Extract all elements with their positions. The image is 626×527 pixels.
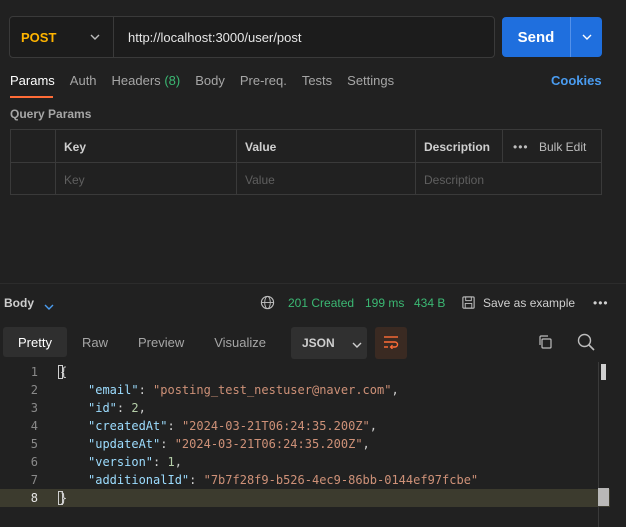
url-bar: POST http://localhost:3000/user/post: [9, 16, 495, 58]
tab-tests[interactable]: Tests: [302, 73, 332, 88]
line-number: 8: [30, 491, 38, 505]
chevron-down-icon[interactable]: [571, 34, 602, 40]
wrap-lines-button[interactable]: [375, 327, 407, 359]
headers-count: (8): [164, 73, 181, 88]
query-params-table: Key Value Description ••• Bulk Edit Key …: [10, 129, 602, 195]
response-size[interactable]: 434 B: [414, 296, 445, 310]
code-text: }: [60, 491, 68, 505]
save-icon[interactable]: [461, 295, 476, 313]
response-view-tabs: Pretty Raw Preview Visualize: [3, 327, 281, 357]
column-divider: [415, 130, 416, 194]
format-label: JSON: [302, 336, 335, 350]
scrollbar-thumb[interactable]: [601, 364, 606, 380]
additional-id-value: "7b7f28f9-b526-4ec9-86bb-0144ef97fcbe": [203, 473, 479, 487]
chevron-down-icon[interactable]: [44, 298, 54, 313]
code-text: {: [60, 365, 68, 379]
key-input[interactable]: Key: [64, 163, 85, 196]
key-header: Key: [64, 139, 87, 154]
method-select[interactable]: POST: [10, 17, 114, 57]
url-input[interactable]: http://localhost:3000/user/post: [114, 30, 301, 45]
cookies-link[interactable]: Cookies: [551, 73, 602, 88]
line-number: 2: [30, 383, 38, 397]
method-label: POST: [21, 29, 57, 45]
response-body-label[interactable]: Body: [4, 296, 34, 310]
tab-body[interactable]: Body: [195, 73, 225, 88]
chevron-down-icon: [89, 31, 101, 43]
response-body-editor[interactable]: 1 { 2 "email": "posting_test_nestuser@na…: [0, 362, 610, 527]
request-tabs: Params Auth Headers (8) Body Pre-req. Te…: [10, 73, 409, 88]
created-at-value: "2024-03-21T06:24:35.200Z": [181, 419, 370, 433]
code-text: "email": "posting_test_nestuser@naver.co…: [88, 383, 399, 397]
format-select[interactable]: JSON: [291, 327, 367, 359]
send-label: Send: [517, 28, 555, 46]
bulk-edit-button[interactable]: Bulk Edit: [539, 130, 586, 163]
code-text: "version": 1,: [88, 455, 182, 469]
tab-pre-request[interactable]: Pre-req.: [240, 73, 287, 88]
tab-headers[interactable]: Headers (8): [112, 73, 181, 88]
pane-divider[interactable]: [0, 283, 626, 284]
chevron-down-icon: [352, 336, 362, 351]
send-button[interactable]: Send: [502, 17, 602, 57]
send-divider: [570, 17, 571, 57]
description-header: Description: [424, 139, 491, 154]
tab-preview[interactable]: Preview: [123, 327, 199, 357]
more-options-icon[interactable]: •••: [513, 130, 529, 163]
more-options-icon[interactable]: •••: [593, 296, 609, 310]
save-as-example-button[interactable]: Save as example: [483, 296, 575, 310]
tab-raw[interactable]: Raw: [67, 327, 123, 357]
code-line: 2 "email": "posting_test_nestuser@naver.…: [0, 381, 610, 399]
globe-icon[interactable]: [260, 295, 275, 313]
code-line: 4 "createdAt": "2024-03-21T06:24:35.200Z…: [0, 417, 610, 435]
column-divider: [236, 130, 237, 194]
active-tab-indicator: [10, 96, 53, 98]
line-number: 4: [30, 419, 38, 433]
value-header: Value: [245, 139, 277, 154]
code-line: 1 {: [0, 363, 610, 381]
line-number: 1: [30, 365, 38, 379]
email-value: "posting_test_nestuser@naver.com": [153, 383, 392, 397]
description-input[interactable]: Description: [424, 163, 484, 196]
tab-settings[interactable]: Settings: [347, 73, 394, 88]
code-text: "id": 2,: [88, 401, 146, 415]
wrap-lines-icon: [383, 335, 399, 352]
line-number: 3: [30, 401, 38, 415]
tab-pretty[interactable]: Pretty: [3, 327, 67, 357]
copy-icon[interactable]: [537, 334, 553, 353]
line-number: 7: [30, 473, 38, 487]
code-line: 5 "updateAt": "2024-03-21T06:24:35.200Z"…: [0, 435, 610, 453]
column-divider: [502, 130, 503, 163]
search-icon[interactable]: [577, 333, 595, 354]
response-time[interactable]: 199 ms: [365, 296, 404, 310]
table-header-row: Key Value Description ••• Bulk Edit: [11, 130, 601, 163]
version-value: 1: [167, 455, 175, 469]
code-line: 7 "additionalId": "7b7f28f9-b526-4ec9-86…: [0, 471, 610, 489]
code-text: "additionalId": "7b7f28f9-b526-4ec9-86bb…: [88, 473, 479, 487]
code-line: 6 "version": 1,: [0, 453, 610, 471]
tab-visualize[interactable]: Visualize: [199, 327, 281, 357]
value-input[interactable]: Value: [245, 163, 275, 196]
status-badge[interactable]: 201 Created: [288, 296, 354, 310]
query-params-title: Query Params: [10, 107, 92, 121]
code-text: "createdAt": "2024-03-21T06:24:35.200Z",: [88, 419, 378, 433]
table-row: Key Value Description: [11, 163, 601, 196]
code-line: 3 "id": 2,: [0, 399, 610, 417]
column-divider: [55, 130, 56, 194]
code-text: "updateAt": "2024-03-21T06:24:35.200Z",: [88, 437, 370, 451]
line-number: 6: [30, 455, 38, 469]
update-at-value: "2024-03-21T06:24:35.200Z": [174, 437, 363, 451]
id-value: 2: [131, 401, 139, 415]
code-line-current: 8 }: [0, 489, 610, 507]
tab-params[interactable]: Params: [10, 73, 55, 88]
tab-auth[interactable]: Auth: [70, 73, 97, 88]
cursor-marker: [598, 488, 609, 506]
tab-headers-label: Headers: [111, 73, 161, 88]
line-number: 5: [30, 437, 38, 451]
